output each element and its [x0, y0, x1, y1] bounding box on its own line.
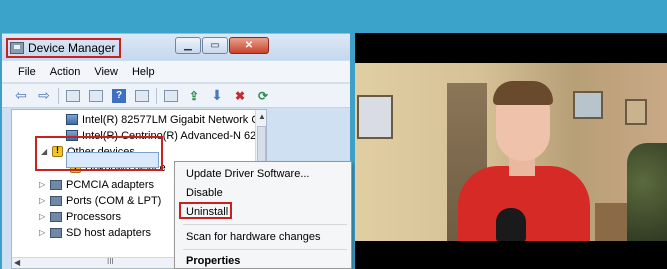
wall-picture	[625, 99, 647, 125]
forward-button[interactable]: ⇨	[35, 87, 53, 104]
toolbar-separator	[58, 87, 59, 104]
tree-item-net-adapter-1[interactable]: Intel(R) 82577LM Gigabit Network Co	[66, 112, 265, 127]
menu-view[interactable]: View	[94, 66, 118, 78]
enable-toolbar-button[interactable]: ⟳	[254, 88, 272, 104]
title-highlight: Device Manager	[6, 38, 122, 58]
person-hair	[493, 81, 553, 105]
tree-item-pcmcia[interactable]: ▷ PCMCIA adapters	[39, 177, 154, 192]
scroll-left-icon[interactable]: ◀	[14, 258, 20, 267]
properties-toolbar-button[interactable]	[87, 88, 105, 104]
menu-item-properties[interactable]: Properties	[186, 255, 240, 267]
arrow-left-icon: ⇦	[15, 87, 27, 103]
disable-device-icon: ⬇	[211, 87, 223, 103]
window-controls: ▁ ▭ ✕	[175, 37, 269, 54]
arrow-right-icon: ⇨	[38, 87, 50, 103]
tree-item-label: PCMCIA adapters	[66, 178, 155, 191]
pcmcia-icon	[50, 179, 62, 190]
expand-arrow-icon[interactable]: ▷	[39, 196, 48, 205]
help-icon: ?	[112, 88, 126, 103]
update-driver-icon: ⇪	[188, 88, 200, 103]
microphone	[496, 208, 526, 241]
tree-item-label: Ports (COM & LPT)	[66, 194, 162, 207]
menu-file[interactable]: File	[18, 66, 36, 78]
sd-host-icon	[50, 227, 62, 238]
uninstall-highlight	[179, 202, 232, 219]
update-driver-toolbar-button[interactable]: ⇪	[185, 88, 203, 104]
expand-arrow-icon[interactable]: ▷	[39, 212, 48, 221]
tree-item-ports[interactable]: ▷ Ports (COM & LPT)	[39, 193, 161, 208]
tree-item-label: Processors	[66, 210, 122, 223]
top-banner	[0, 0, 667, 33]
view-icon	[135, 89, 149, 102]
processor-icon	[50, 211, 62, 222]
back-button[interactable]: ⇦	[12, 87, 30, 104]
tree-item-label: SD host adapters	[66, 226, 151, 239]
device-manager-icon	[10, 42, 24, 54]
view-toolbar-button[interactable]	[133, 88, 151, 104]
title-bar: Device Manager ▁ ▭ ✕	[2, 34, 350, 60]
properties-icon	[89, 89, 103, 102]
screenshot-frame: Device Manager ▁ ▭ ✕ File Action View He…	[0, 0, 667, 269]
network-adapter-icon	[66, 114, 78, 125]
enable-device-icon: ⟳	[257, 88, 269, 103]
menu-separator	[183, 224, 347, 225]
scroll-up-icon[interactable]: ▲	[258, 112, 266, 121]
window-title: Device Manager	[28, 41, 116, 55]
menu-item-update-driver[interactable]: Update Driver Software...	[186, 168, 310, 180]
scan-toolbar-button[interactable]	[162, 88, 180, 104]
menu-help[interactable]: Help	[132, 66, 155, 78]
port-icon	[50, 195, 62, 206]
wall-picture	[357, 95, 393, 139]
other-devices-highlight	[35, 136, 163, 171]
video-scene	[355, 63, 667, 241]
show-hide-tree-button[interactable]	[64, 88, 82, 104]
menu-action[interactable]: Action	[50, 66, 81, 78]
uninstall-toolbar-button[interactable]: ✖	[231, 88, 249, 104]
disable-toolbar-button[interactable]: ⬇	[208, 87, 226, 104]
wall-picture	[573, 91, 603, 119]
expand-arrow-icon[interactable]: ▷	[39, 180, 48, 189]
tree-item-label: Intel(R) 82577LM Gigabit Network Co	[82, 113, 266, 126]
menu-item-scan[interactable]: Scan for hardware changes	[186, 231, 321, 243]
scroll-grip[interactable]: III	[107, 257, 114, 266]
maximize-button[interactable]: ▭	[202, 37, 228, 54]
tree-item-sd-host[interactable]: ▷ SD host adapters	[39, 225, 151, 240]
tree-item-processors[interactable]: ▷ Processors	[39, 209, 121, 224]
console-tree-icon	[66, 89, 80, 102]
scan-hardware-icon	[164, 89, 178, 102]
menu-bar: File Action View Help	[2, 61, 350, 83]
minimize-button[interactable]: ▁	[175, 37, 201, 54]
video-frame	[355, 33, 667, 269]
help-toolbar-button[interactable]: ?	[110, 88, 128, 104]
plant	[627, 143, 667, 241]
expand-arrow-icon[interactable]: ▷	[39, 228, 48, 237]
toolbar: ⇦ ⇨ ? ⇪ ⬇ ✖ ⟳	[2, 84, 350, 108]
close-button[interactable]: ✕	[229, 37, 269, 54]
uninstall-x-icon: ✖	[234, 88, 246, 103]
menu-item-disable[interactable]: Disable	[186, 187, 223, 199]
toolbar-separator-2	[156, 87, 157, 104]
menu-separator	[183, 249, 347, 250]
